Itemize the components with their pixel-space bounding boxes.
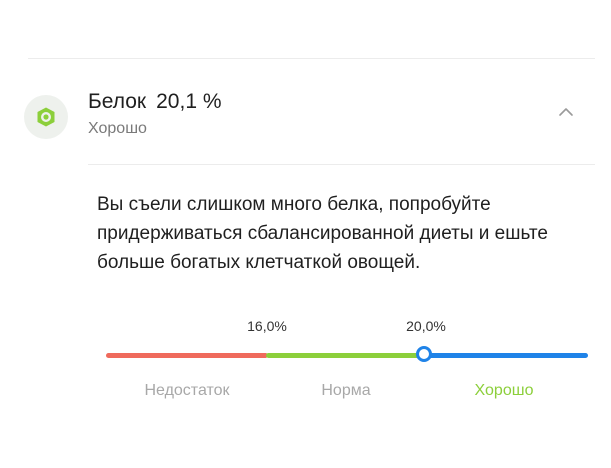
nutrient-status: Хорошо bbox=[88, 120, 147, 137]
threshold-label-low: 16,0% bbox=[247, 318, 287, 334]
nutrient-header[interactable]: Белок 20,1 % Хорошо bbox=[0, 78, 611, 148]
range-label-good: Хорошо bbox=[474, 382, 534, 399]
range-label-normal: Норма bbox=[321, 382, 371, 399]
header-divider bbox=[88, 164, 595, 165]
chevron-up-icon bbox=[559, 108, 573, 116]
nutrient-name: Белок bbox=[88, 90, 147, 113]
collapse-button[interactable] bbox=[552, 98, 580, 126]
protein-icon bbox=[24, 95, 68, 139]
range-segment-normal bbox=[266, 353, 428, 358]
top-divider bbox=[28, 58, 595, 59]
range-segment-low bbox=[106, 353, 268, 358]
nutrient-percent: 20,1 % bbox=[156, 90, 222, 113]
threshold-label-high: 20,0% bbox=[406, 318, 446, 334]
range-segment-good bbox=[426, 353, 588, 358]
advice-text: Вы съели слишком много белка, попробуйте… bbox=[97, 194, 548, 273]
nutrient-title: Белок 20,1 % bbox=[88, 90, 222, 114]
current-value-marker bbox=[416, 346, 432, 362]
range-bar bbox=[106, 353, 588, 359]
range-label-low: Недостаток bbox=[144, 382, 230, 399]
